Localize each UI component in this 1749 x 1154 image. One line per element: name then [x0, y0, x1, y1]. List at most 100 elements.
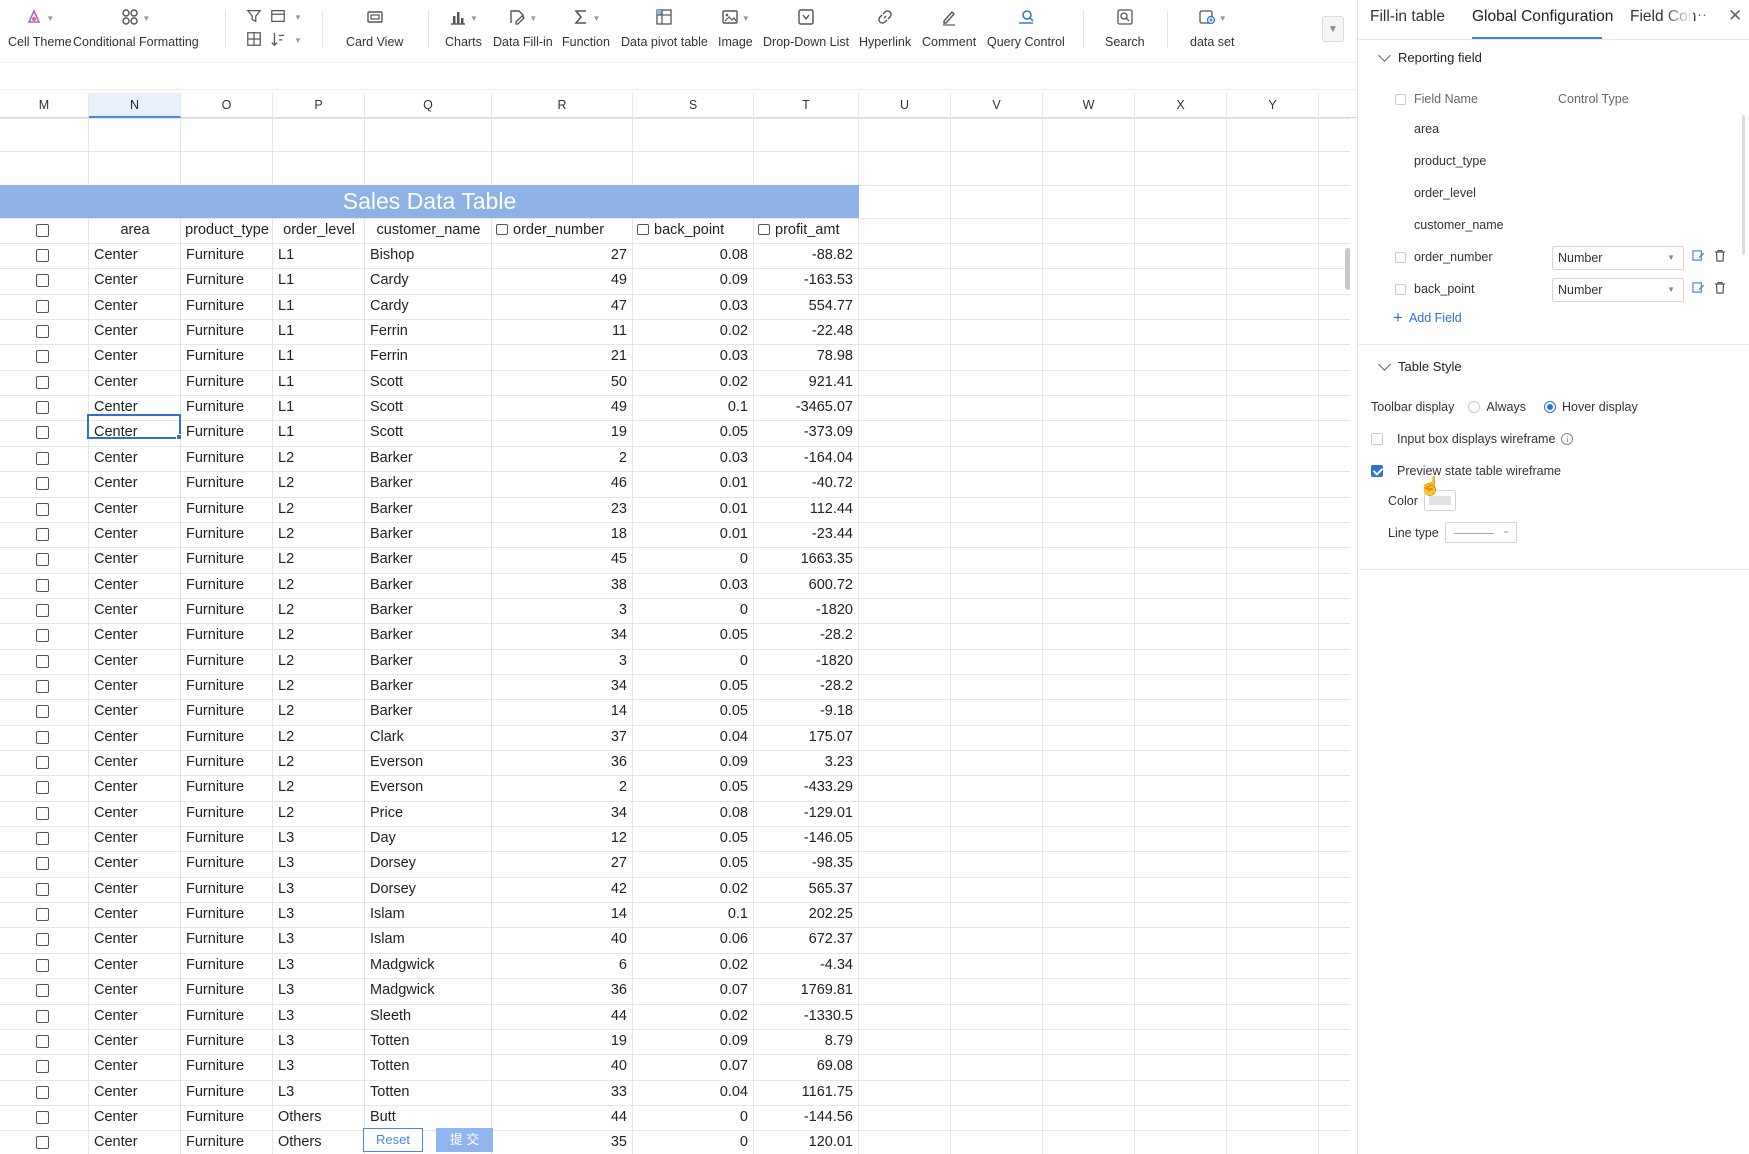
cell-area[interactable]: Center — [94, 1004, 181, 1029]
cell-back-point[interactable]: 0.07 — [633, 978, 754, 1003]
cell-product-type[interactable]: Furniture — [186, 775, 273, 800]
cell-order-number[interactable]: 19 — [492, 420, 633, 445]
cell-customer-name[interactable]: Barker — [370, 522, 492, 547]
cell-product-type[interactable]: Furniture — [186, 573, 273, 598]
edit-field-icon[interactable] — [1692, 249, 1706, 263]
cell-area[interactable]: Center — [94, 801, 181, 826]
cell-order-number[interactable]: 6 — [492, 953, 633, 978]
cell-order-number[interactable]: 38 — [492, 573, 633, 598]
cell-order-level[interactable]: L3 — [278, 1029, 365, 1054]
cell-profit-amt[interactable]: 8.79 — [754, 1029, 859, 1054]
cell-profit-amt[interactable]: 1663.35 — [754, 547, 859, 572]
cell-area[interactable]: Center — [94, 978, 181, 1003]
column-header-n[interactable]: N — [89, 93, 181, 118]
cell-order-number[interactable]: 40 — [492, 927, 633, 952]
cell-product-type[interactable]: Furniture — [186, 953, 273, 978]
cell-profit-amt[interactable]: 69.08 — [754, 1054, 859, 1079]
cell-product-type[interactable]: Furniture — [186, 243, 273, 268]
row-checkbox[interactable] — [36, 832, 49, 845]
reporting-field-section-header[interactable]: Reporting field — [1378, 48, 1482, 65]
cell-back-point[interactable]: 0.02 — [633, 953, 754, 978]
cell-order-number[interactable]: 14 — [492, 699, 633, 724]
function-button[interactable]: ▼ Function — [562, 0, 610, 60]
search-button[interactable]: Search — [1105, 0, 1145, 60]
cell-customer-name[interactable]: Barker — [370, 674, 492, 699]
column-header-w[interactable]: W — [1043, 93, 1135, 118]
cell-area[interactable]: Center — [94, 725, 181, 750]
cell-area[interactable]: Center — [94, 750, 181, 775]
cell-product-type[interactable]: Furniture — [186, 1130, 273, 1154]
cell-profit-amt[interactable]: -1330.5 — [754, 1004, 859, 1029]
cell-order-level[interactable]: L2 — [278, 801, 365, 826]
cell-back-point[interactable]: 0.09 — [633, 1029, 754, 1054]
row-checkbox[interactable] — [36, 883, 49, 896]
cell-back-point[interactable]: 0 — [633, 547, 754, 572]
row-checkbox[interactable] — [36, 579, 49, 592]
cell-profit-amt[interactable]: -1820 — [754, 649, 859, 674]
cell-order-level[interactable]: L3 — [278, 1080, 365, 1105]
cell-back-point[interactable]: 0.04 — [633, 725, 754, 750]
cell-product-type[interactable]: Furniture — [186, 420, 273, 445]
cell-order-number[interactable]: 33 — [492, 1080, 633, 1105]
row-checkbox[interactable] — [36, 249, 49, 262]
cell-order-number[interactable]: 34 — [492, 674, 633, 699]
cell-back-point[interactable]: 0.04 — [633, 1080, 754, 1105]
table-format-icon[interactable] — [270, 8, 286, 27]
cell-order-number[interactable]: 36 — [492, 978, 633, 1003]
cell-back-point[interactable]: 0.03 — [633, 573, 754, 598]
cell-product-type[interactable]: Furniture — [186, 902, 273, 927]
row-checkbox[interactable] — [36, 655, 49, 668]
cell-back-point[interactable]: 0.02 — [633, 1004, 754, 1029]
cell-order-number[interactable]: 37 — [492, 725, 633, 750]
cell-order-level[interactable]: L3 — [278, 1004, 365, 1029]
cell-profit-amt[interactable]: -22.48 — [754, 319, 859, 344]
image-button[interactable]: ▼ Image — [718, 0, 753, 60]
cell-order-number[interactable]: 45 — [492, 547, 633, 572]
cell-profit-amt[interactable]: 202.25 — [754, 902, 859, 927]
cell-customer-name[interactable]: Ferrin — [370, 319, 492, 344]
cell-back-point[interactable]: 0.01 — [633, 522, 754, 547]
cell-profit-amt[interactable]: 3.23 — [754, 750, 859, 775]
tab-global-configuration[interactable]: Global Configuration — [1472, 8, 1613, 26]
cell-order-level[interactable]: Others — [278, 1105, 365, 1130]
cell-back-point[interactable]: 0.05 — [633, 420, 754, 445]
cell-area[interactable]: Center — [94, 344, 181, 369]
cell-product-type[interactable]: Furniture — [186, 801, 273, 826]
cell-product-type[interactable]: Furniture — [186, 471, 273, 496]
cell-customer-name[interactable]: Barker — [370, 547, 492, 572]
preview-wireframe-checkbox[interactable] — [1371, 465, 1383, 477]
cell-customer-name[interactable]: Everson — [370, 775, 492, 800]
cell-profit-amt[interactable]: -146.05 — [754, 826, 859, 851]
add-field-button[interactable]: + Add Field — [1393, 309, 1462, 326]
cell-area[interactable]: Center — [94, 547, 181, 572]
cell-product-type[interactable]: Furniture — [186, 623, 273, 648]
column-header-s[interactable]: S — [633, 93, 754, 118]
cell-order-number[interactable]: 18 — [492, 522, 633, 547]
cell-profit-amt[interactable]: -129.01 — [754, 801, 859, 826]
cell-area[interactable]: Center — [94, 319, 181, 344]
cell-order-level[interactable]: L1 — [278, 268, 365, 293]
row-checkbox[interactable] — [36, 984, 49, 997]
cell-product-type[interactable]: Furniture — [186, 826, 273, 851]
cell-back-point[interactable]: 0.05 — [633, 775, 754, 800]
tab-fill-in-table[interactable]: Fill-in table — [1370, 8, 1445, 26]
cell-area[interactable]: Center — [94, 1054, 181, 1079]
row-checkbox[interactable] — [36, 731, 49, 744]
cell-order-level[interactable]: L2 — [278, 674, 365, 699]
more-icon[interactable]: ··· — [1692, 6, 1707, 23]
cell-back-point[interactable]: 0.09 — [633, 268, 754, 293]
cell-back-point[interactable]: 0.08 — [633, 243, 754, 268]
cell-area[interactable]: Center — [94, 1105, 181, 1130]
cell-order-level[interactable]: L2 — [278, 573, 365, 598]
cell-area[interactable]: Center — [94, 497, 181, 522]
cell-order-level[interactable]: L2 — [278, 623, 365, 648]
cell-profit-amt[interactable]: -98.35 — [754, 851, 859, 876]
cell-order-level[interactable]: L1 — [278, 319, 365, 344]
cell-area[interactable]: Center — [94, 674, 181, 699]
column-header-q[interactable]: Q — [365, 93, 492, 118]
cell-product-type[interactable]: Furniture — [186, 927, 273, 952]
cell-back-point[interactable]: 0.05 — [633, 826, 754, 851]
cell-area[interactable]: Center — [94, 522, 181, 547]
cell-customer-name[interactable]: Totten — [370, 1029, 492, 1054]
cell-area[interactable]: Center — [94, 294, 181, 319]
